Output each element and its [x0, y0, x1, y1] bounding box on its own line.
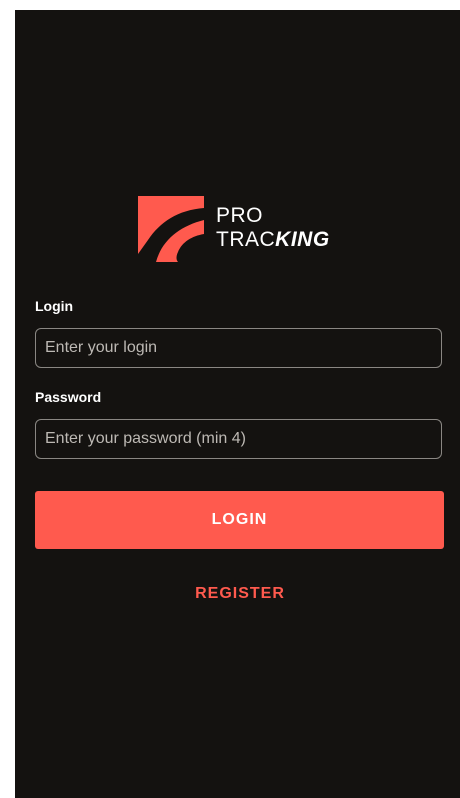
login-input[interactable]: [35, 328, 442, 368]
password-input[interactable]: [35, 419, 442, 459]
brand-line-2: TRACKING: [216, 228, 330, 252]
brand-wordmark: PRO TRACKING: [216, 204, 330, 252]
password-label: Password: [35, 389, 102, 405]
brand-line-2-regular: TRAC: [216, 228, 276, 251]
brand-logo: PRO TRACKING: [138, 196, 348, 266]
register-button[interactable]: REGISTER: [165, 578, 315, 610]
login-button[interactable]: LOGIN: [35, 491, 444, 549]
app-screen: PRO TRACKING Login Password LOGIN REGIST…: [15, 10, 460, 798]
login-label: Login: [35, 298, 74, 314]
brand-line-2-bold: KING: [275, 228, 330, 251]
brand-line-1: PRO: [216, 204, 264, 227]
pro-tracking-logo-icon: [138, 196, 204, 262]
